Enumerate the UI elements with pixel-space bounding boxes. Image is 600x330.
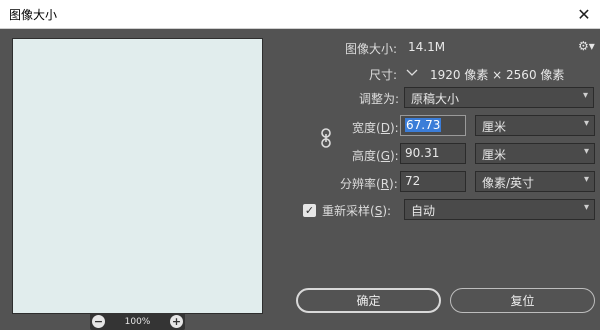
reset-button[interactable]: 复位 bbox=[450, 288, 595, 313]
image-size-label: 图像大小: bbox=[345, 42, 398, 56]
resample-value: 自动 bbox=[411, 204, 436, 218]
fit-to-label: 调整为: bbox=[359, 92, 400, 106]
height-unit-dropdown[interactable]: 厘米 ▾ bbox=[475, 143, 595, 164]
zoom-control: − 100% + bbox=[90, 313, 185, 330]
resample-checkbox[interactable]: ✓ bbox=[303, 204, 316, 217]
chevron-down-icon: ▾ bbox=[583, 202, 589, 213]
chevron-down-icon[interactable] bbox=[405, 67, 419, 79]
dialog-title: 图像大小 bbox=[9, 8, 58, 22]
ok-button-label: 确定 bbox=[356, 294, 381, 308]
reset-button-label: 复位 bbox=[510, 294, 535, 308]
ok-button[interactable]: 确定 bbox=[296, 288, 441, 313]
zoom-level: 100% bbox=[124, 316, 151, 327]
height-input[interactable]: 90.31 bbox=[400, 143, 466, 164]
height-label: 高度(G): bbox=[352, 149, 399, 163]
title-bar: 图像大小 ✕ bbox=[0, 0, 600, 29]
resample-label: 重新采样(S): bbox=[322, 204, 392, 218]
image-preview[interactable] bbox=[12, 38, 263, 314]
fit-to-value: 原稿大小 bbox=[411, 92, 460, 106]
fit-to-dropdown[interactable]: 原稿大小 ▾ bbox=[404, 87, 594, 108]
chevron-down-icon: ▾ bbox=[582, 90, 588, 101]
width-unit-dropdown[interactable]: 厘米 ▾ bbox=[475, 115, 595, 136]
zoom-in-icon[interactable]: + bbox=[169, 315, 183, 328]
resolution-unit-dropdown[interactable]: 像素/英寸 ▾ bbox=[475, 171, 595, 192]
width-label: 宽度(D): bbox=[352, 121, 399, 135]
dimensions-label: 尺寸: bbox=[369, 68, 398, 82]
width-input[interactable]: 67.73 bbox=[400, 115, 466, 136]
image-size-value: 14.1M bbox=[408, 40, 446, 54]
width-unit-value: 厘米 bbox=[482, 120, 507, 134]
link-icon[interactable] bbox=[320, 128, 332, 148]
chevron-down-icon: ▾ bbox=[583, 146, 589, 157]
close-icon[interactable]: ✕ bbox=[572, 2, 596, 26]
zoom-out-icon[interactable]: − bbox=[92, 315, 105, 328]
dialog-body: − 100% + 图像大小: 14.1M ⚙▾ 尺寸: 1920 像素 × 25… bbox=[0, 29, 600, 330]
chevron-down-icon: ▾ bbox=[583, 118, 589, 129]
dimensions-value: 1920 像素 × 2560 像素 bbox=[430, 68, 565, 82]
resolution-input[interactable]: 72 bbox=[400, 171, 466, 192]
chevron-down-icon: ▾ bbox=[583, 174, 589, 185]
height-unit-value: 厘米 bbox=[482, 148, 507, 162]
resolution-unit-value: 像素/英寸 bbox=[482, 176, 535, 190]
image-size-dialog: 图像大小 ✕ − 100% + 图像大小: 14.1M ⚙▾ 尺寸: 1920 … bbox=[0, 0, 600, 330]
gear-icon[interactable]: ⚙▾ bbox=[578, 39, 595, 53]
resample-dropdown[interactable]: 自动 ▾ bbox=[404, 199, 595, 220]
resolution-label: 分辨率(R): bbox=[340, 177, 398, 191]
